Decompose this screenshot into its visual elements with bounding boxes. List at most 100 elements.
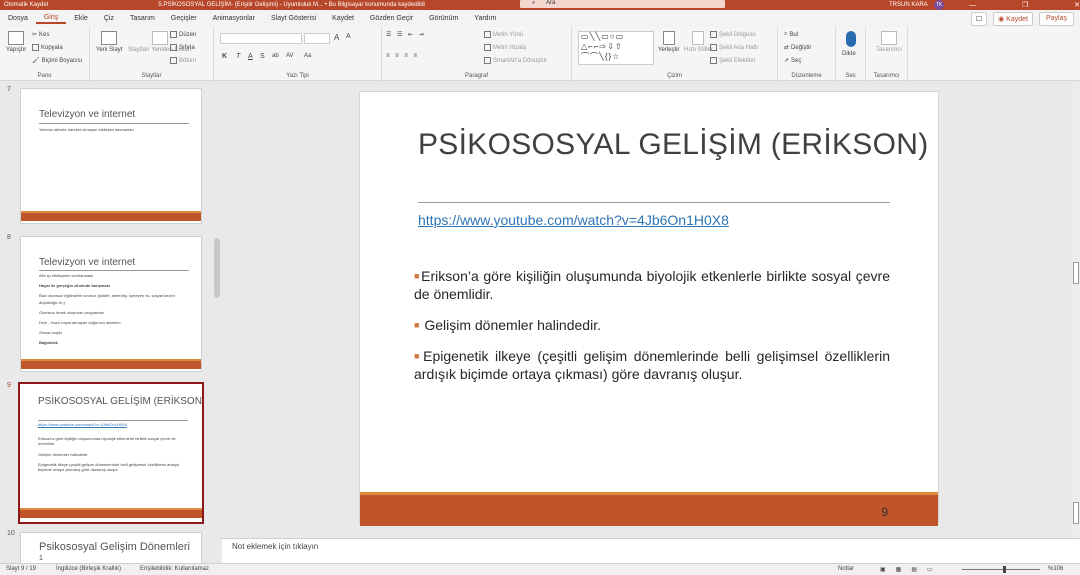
slide-thumbnail-10[interactable]: Psikososyal Gelişim Dönemleri 1 [20,532,202,563]
ribbon-group-slaytlar: Yeni Slayt Slaytları Yeniden Kullan Düze… [90,27,214,81]
designer-button[interactable]: Tasarımcı [876,31,902,53]
fill-icon [710,31,717,38]
thumbnail-footer-bar [20,510,202,518]
youtube-link[interactable]: https://www.youtube.com/watch?v=4Jb6On1H… [418,212,729,228]
select-button[interactable]: ➚ Seç [784,57,801,65]
section-button[interactable]: Bölüm [170,57,196,64]
shadow-button[interactable]: ab [272,53,279,59]
menu-tab[interactable]: Görünüm [421,15,466,22]
italic-button[interactable]: T [236,53,240,60]
title-divider [418,202,890,203]
menu-tab[interactable]: Kaydet [324,15,362,22]
zoom-slider-knob[interactable] [1003,566,1006,573]
microphone-icon[interactable] [846,31,856,47]
title-bar: Otomatik Kaydet 5.PSİKOSOSYAL GELİŞİM- (… [0,0,1080,10]
arrange-button[interactable]: Yerleştir [658,31,679,53]
slide-thumbnail-9[interactable]: PSİKOSOSYAL GELİŞİM (ERİKSON) https://ww… [18,382,204,524]
font-family-select[interactable] [220,33,302,44]
share-button[interactable]: Paylaş [1038,12,1074,26]
menu-tab[interactable]: Ekle [66,15,96,22]
font-size-select[interactable] [304,33,330,44]
autosave-toggle[interactable]: Otomatik Kaydet [4,2,48,8]
list-buttons[interactable]: ☰ ☰ ⇤ ⇥ [386,31,426,38]
menu-bar: Dosya Giriş Ekle Çiz Tasarım Geçişler Animasyo… [0,10,1080,27]
thumbnail-number: 7 [7,86,11,93]
search-placeholder: Ara [546,0,556,6]
reuse-icon [151,31,168,45]
scrollbar-handle[interactable] [1073,262,1079,284]
window-controls[interactable]: — ❐ ✕ [969,1,1080,9]
copy-button[interactable]: Kopyala [32,44,63,51]
slide-thumbnail-pane[interactable]: 7 Televizyon ve internet Yetersiz aktivi… [0,82,222,563]
underline-button[interactable]: A [248,53,253,60]
slide-thumbnail-8[interactable]: Televizyon ve internet Aile içi etkileşi… [20,236,202,372]
notes-toggle[interactable]: Notlar [838,566,854,572]
find-button[interactable]: ⌕ Bul [784,31,798,38]
bullet-list[interactable]: ■Erikson’a göre kişiliğin oluşumunda biy… [414,267,890,396]
thumbnail-number: 8 [7,234,11,241]
dictate-button[interactable]: Dikte [842,51,856,57]
zoom-level[interactable]: %106 [1048,566,1063,572]
shape-fill-button[interactable]: Şekil Dolgusu [710,31,756,38]
menu-tab[interactable]: Slayt Gösterisi [263,15,324,22]
strikethrough-button[interactable]: S [260,53,265,60]
menu-tab[interactable]: Dosya [0,15,36,22]
menu-tab[interactable]: Geçişler [163,15,205,22]
menu-tab[interactable]: Yardım [466,15,504,22]
menu-tab[interactable]: Çiz [96,15,122,22]
view-buttons[interactable]: ▣▦▤▭ [880,566,943,573]
align-buttons[interactable]: ≡ ≡ ≡ ≡ [386,53,419,59]
quick-styles-button[interactable]: Hızlı Stiller [684,31,713,53]
language-indicator[interactable]: İngilizce (Birleşik Krallık) [56,566,121,572]
accessibility-indicator[interactable]: Erişilebilirlik: Kullanılamaz [140,566,209,572]
change-case-button[interactable]: Aa [304,53,311,59]
notes-placeholder[interactable]: Not eklemek için tıklayın [232,542,318,551]
comments-button[interactable]: ☐ [970,12,988,26]
thumbnail-scrollbar[interactable] [214,238,220,298]
paste-button[interactable]: Yapıştır [6,31,26,53]
record-button[interactable]: ◉ Kaydet [993,12,1033,26]
normal-view-icon: ▣ [880,567,896,573]
replace-button[interactable]: ⇄ Değiştir [784,44,811,52]
shape-effects-button[interactable]: Şekil Efektleri [710,57,755,64]
new-slide-icon [101,31,118,45]
thumbnail-number: 10 [7,530,15,537]
char-spacing-button[interactable]: AV [286,53,294,59]
bullet-item: ■ Gelişim dönemler halindedir. [414,316,890,334]
group-label-tasarimci: Tasarımcı [873,73,900,79]
current-slide[interactable]: PSİKOSOSYAL GELİŞİM (ERİKSON) https://ww… [359,91,939,526]
menu-tab[interactable]: Gözden Geçir [362,15,421,22]
slide-title[interactable]: PSİKOSOSYAL GELİŞİM (ERİKSON) [418,128,929,162]
user-name[interactable]: TRSUN KARA [889,2,928,8]
bold-button[interactable]: K [222,53,227,60]
thumbnail-text: Erikson'a göre kişiliğin oluşumunda biyo… [38,436,176,446]
avatar[interactable]: TK [934,0,944,10]
menu-tab[interactable]: Tasarım [122,15,163,22]
scrollbar-handle-lower[interactable] [1073,502,1079,524]
brush-icon: 🖌 [32,58,40,64]
menu-actions: ☐ ◉ Kaydet Paylaş [970,12,1074,26]
slide-thumbnail-7[interactable]: Televizyon ve internet Yetersiz aktivite… [20,88,202,224]
thumbnail-text: Zaman kaybı [39,330,63,335]
font-shrink-button[interactable]: A [346,33,351,40]
format-painter-button[interactable]: 🖌 Biçimi Boyacısı [32,57,82,65]
layout-button[interactable]: Düzen [170,31,196,38]
align-text-button[interactable]: Metni Hizala [484,44,526,51]
menu-tab[interactable]: Animasyonlar [205,15,263,22]
search-input[interactable]: ⌕ Ara [520,0,725,8]
editor-scrollbar[interactable] [1072,82,1080,538]
cut-button[interactable]: ✂ Kes [32,31,49,39]
zoom-slider[interactable] [962,569,1040,570]
shape-outline-button[interactable]: Şekil Ana Hattı [710,44,758,51]
designer-icon [881,31,897,45]
new-slide-button[interactable]: Yeni Slayt [96,31,122,53]
font-grow-button[interactable]: A [334,33,339,42]
smartart-button[interactable]: SmartArt'a Dönüştür [484,57,547,64]
reset-button[interactable]: Sıfırla [170,44,195,51]
thumbnail-text: 1 [39,555,43,562]
notes-pane[interactable]: Not eklemek için tıklayın [222,538,1080,563]
text-direction-button[interactable]: Metin Yönü [484,31,523,38]
shapes-gallery[interactable]: ▭╲╲▭○▭ △⌐⌐⇨⇩⇧ ⌒⌒╲{}☆ [578,31,654,65]
menu-tab[interactable]: Giriş [35,14,67,24]
group-label-ses: Ses [845,73,856,79]
